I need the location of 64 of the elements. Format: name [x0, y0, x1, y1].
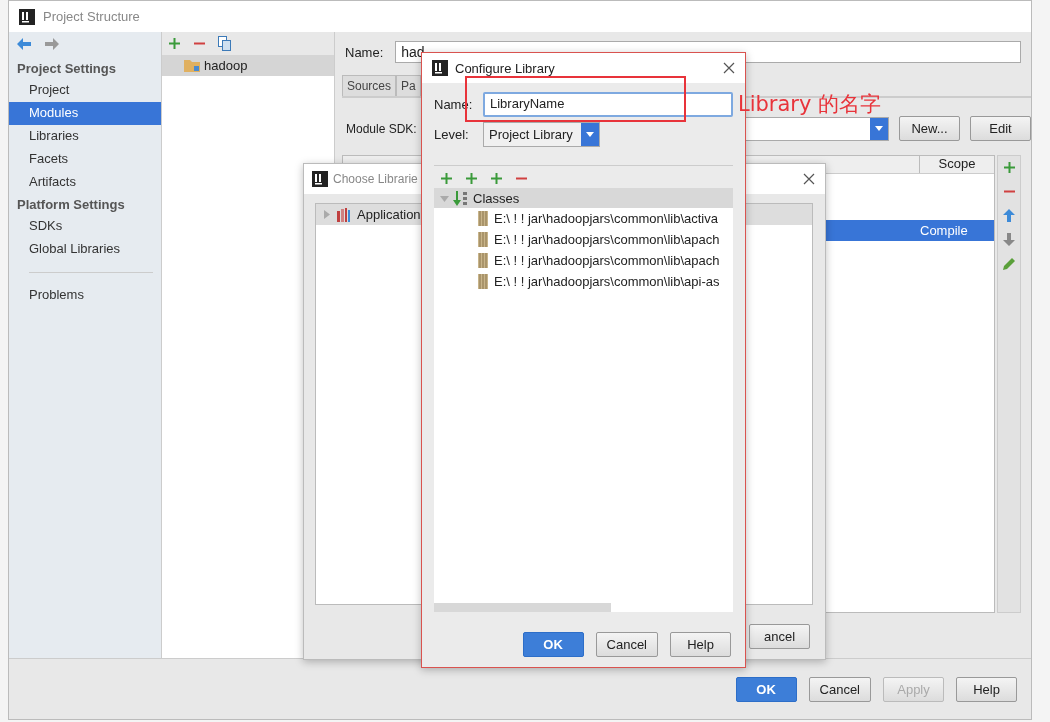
horizontal-scrollbar[interactable] — [434, 603, 611, 612]
column-header[interactable]: Scope — [919, 156, 994, 173]
jar-icon — [478, 211, 488, 226]
jar-path-item[interactable]: E:\ ! ! jar\hadoopjars\common\lib\activa — [434, 208, 733, 229]
section-heading: Project Settings — [16, 60, 117, 78]
copy-icon[interactable] — [218, 36, 231, 51]
dropdown-arrow-icon[interactable] — [585, 132, 594, 137]
sidebar-item[interactable]: Libraries — [9, 125, 161, 148]
section-heading: Platform Settings — [16, 196, 126, 214]
sidebar-item[interactable]: SDKs — [9, 215, 161, 238]
add-icon[interactable] — [168, 37, 181, 50]
tree-node[interactable]: Classes — [434, 188, 733, 208]
classes-icon — [453, 190, 469, 206]
add-with-gear-icon[interactable] — [465, 172, 478, 185]
field-label: Level: — [434, 127, 470, 142]
level-dropdown[interactable]: Project Library — [483, 122, 600, 147]
close-icon[interactable] — [723, 62, 735, 74]
add-icon[interactable] — [1002, 161, 1016, 174]
add-icon[interactable] — [440, 172, 453, 185]
jar-icon — [478, 274, 488, 289]
library-icon — [337, 207, 351, 222]
dialog-button[interactable]: OK — [735, 676, 797, 702]
folder-icon — [184, 59, 200, 72]
module-item[interactable]: hadoop — [162, 55, 334, 76]
jar-icon — [478, 253, 488, 268]
sdk-button[interactable]: Edit — [970, 116, 1031, 141]
dialog-button[interactable]: Cancel — [595, 632, 658, 657]
dialog-title: Choose Librarie — [333, 172, 418, 186]
sidebar-item[interactable]: Artifacts — [9, 171, 161, 194]
app-logo-icon — [432, 60, 448, 76]
library-name-field[interactable]: LibraryName — [483, 92, 733, 117]
sidebar-item[interactable]: Problems — [9, 284, 161, 307]
field-label: Module SDK: — [346, 121, 417, 136]
sidebar-item[interactable]: Modules — [9, 102, 161, 125]
tab[interactable]: Pa — [396, 75, 421, 96]
dialog-button[interactable]: Help — [956, 676, 1017, 702]
back-arrow-icon[interactable] — [17, 38, 31, 50]
sidebar-item[interactable]: Facets — [9, 148, 161, 171]
sidebar-item[interactable]: Project — [9, 79, 161, 102]
jar-icon — [478, 232, 488, 247]
jar-path-item[interactable]: E:\ ! ! jar\hadoopjars\common\lib\api-as — [434, 271, 733, 292]
pencil-icon[interactable] — [1002, 257, 1016, 270]
dialog-button[interactable]: OK — [522, 632, 584, 657]
dropdown-arrow-icon[interactable] — [875, 126, 883, 131]
expand-arrow-icon[interactable] — [440, 193, 449, 203]
forward-arrow-icon[interactable] — [45, 38, 59, 50]
app-logo-icon — [19, 8, 35, 25]
window-title: Project Structure — [43, 9, 140, 24]
dialog-button[interactable]: Cancel — [808, 676, 871, 702]
sdk-button[interactable]: New... — [899, 116, 960, 141]
sidebar-item[interactable]: Global Libraries — [9, 238, 161, 261]
move-down-icon[interactable] — [1003, 233, 1015, 246]
move-up-icon[interactable] — [1003, 209, 1015, 222]
dialog-button[interactable]: ancel — [749, 624, 810, 649]
dialog-button[interactable]: Help — [670, 632, 731, 657]
jar-path-item[interactable]: E:\ ! ! jar\hadoopjars\common\lib\apach — [434, 250, 733, 271]
tab[interactable]: Sources — [342, 75, 397, 96]
jar-path-item[interactable]: E:\ ! ! jar\hadoopjars\common\lib\apach — [434, 229, 733, 250]
expand-arrow-icon[interactable] — [322, 210, 331, 219]
field-label: Name: — [345, 44, 384, 60]
close-icon[interactable] — [803, 173, 815, 185]
add-with-image-icon[interactable] — [490, 172, 503, 185]
app-logo-icon — [312, 171, 328, 187]
dialog-title: Configure Library — [455, 60, 555, 76]
